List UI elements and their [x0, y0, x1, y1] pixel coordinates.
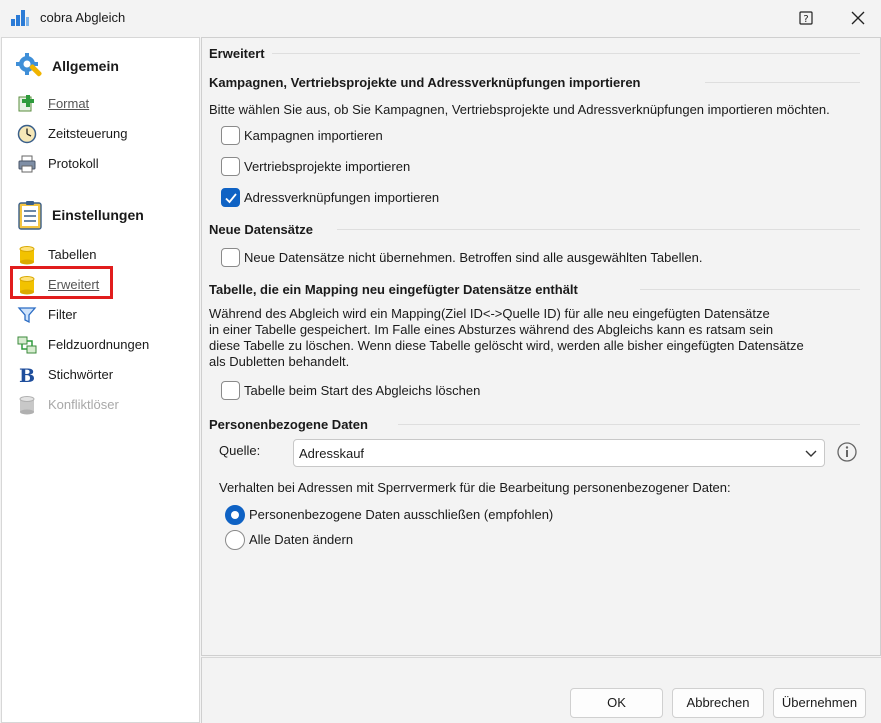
radio-button[interactable] [225, 530, 245, 550]
database-icon [19, 246, 35, 265]
ok-button[interactable]: OK [570, 688, 663, 718]
mapping-line: als Dubletten behandelt. [209, 354, 350, 369]
personal-heading: Personenbezogene Daten [209, 417, 368, 432]
sidebar-item-label: Filter [48, 307, 77, 322]
sidebar-item-label: Protokoll [48, 156, 99, 171]
dialog-footer: OK Abbrechen Übernehmen [201, 657, 881, 723]
title-bar: cobra Abgleich ? [0, 0, 881, 36]
sidebar-item-label: Tabellen [48, 247, 97, 262]
new-records-heading: Neue Datensätze [209, 222, 314, 237]
radio-alle-aendern[interactable]: Alle Daten ändern [225, 530, 625, 552]
field-mapping-icon [17, 336, 37, 354]
checkbox-box[interactable] [221, 126, 240, 145]
clock-icon [17, 124, 37, 144]
sidebar-item-filter[interactable]: Filter [17, 304, 192, 326]
divider [640, 289, 860, 290]
divider [272, 53, 860, 54]
checkbox-box[interactable] [221, 188, 240, 207]
mapping-line: in einer Tabelle gespeichert. Im Falle e… [209, 322, 774, 337]
sidebar-item-protokoll[interactable]: Protokoll [17, 153, 192, 175]
mapping-line: Während des Abgleich wird ein Mapping(Zi… [209, 306, 770, 321]
radio-button[interactable] [225, 505, 245, 525]
help-icon[interactable]: ? [795, 8, 817, 28]
format-plus-icon [18, 95, 34, 112]
checkbox-label: Neue Datensätze nicht übernehmen. Betrof… [244, 250, 703, 265]
sidebar-item-label: Stichwörter [48, 367, 114, 382]
chevron-down-icon [805, 450, 817, 457]
page-title: Erweitert [209, 46, 265, 61]
sidebar-item-konfliktloeser: Konfliktlöser [17, 394, 192, 416]
checkbox-kampagnen[interactable]: Kampagnen importieren [221, 125, 781, 147]
checkbox-adressverknuepfungen[interactable]: Adressverknüpfungen importieren [221, 187, 781, 209]
divider [398, 424, 860, 425]
clipboard-list-icon [18, 201, 42, 230]
close-icon[interactable] [845, 6, 871, 30]
divider [705, 82, 860, 83]
import-description: Bitte wählen Sie aus, ob Sie Kampagnen, … [209, 102, 830, 117]
mapping-line: diese Tabelle zu löschen. Wenn diese Tab… [209, 338, 804, 353]
checkbox-tabelle-loeschen[interactable]: Tabelle beim Start des Abgleichs löschen [221, 380, 781, 402]
sidebar-item-label: Zeitsteuerung [48, 126, 128, 141]
mapping-heading: Tabelle, die ein Mapping neu eingefügter… [209, 282, 578, 297]
behavior-text: Verhalten bei Adressen mit Sperrvermerk … [219, 480, 731, 495]
cancel-button[interactable]: Abbrechen [672, 688, 764, 718]
source-select-value: Adresskauf [299, 446, 365, 461]
sidebar-item-label: Konfliktlöser [48, 397, 119, 412]
source-select[interactable]: Adresskauf [293, 439, 825, 467]
checkbox-label: Tabelle beim Start des Abgleichs löschen [244, 383, 481, 398]
info-icon[interactable] [836, 441, 858, 463]
checkbox-label: Kampagnen importieren [244, 128, 383, 143]
radio-label: Alle Daten ändern [249, 532, 354, 547]
apply-button[interactable]: Übernehmen [773, 688, 866, 718]
radio-label: Personenbezogene Daten ausschließen (emp… [249, 507, 554, 522]
printer-icon [18, 155, 36, 173]
sidebar-item-format[interactable]: Format [17, 93, 192, 115]
database-gray-icon [19, 396, 35, 415]
sidebar-item-zeitsteuerung[interactable]: Zeitsteuerung [17, 123, 192, 145]
checkbox-box[interactable] [221, 248, 240, 267]
sidebar-item-tabellen[interactable]: Tabellen [17, 244, 192, 266]
app-bar-chart-icon [11, 10, 29, 26]
divider [337, 229, 860, 230]
import-heading: Kampagnen, Vertriebsprojekte und Adressv… [209, 75, 641, 90]
main-panel: Erweitert Kampagnen, Vertriebsprojekte u… [201, 37, 881, 656]
sidebar: Allgemein Format Zeitsteuerung Protokoll [1, 37, 200, 723]
sidebar-group-label: Einstellungen [52, 207, 144, 223]
sidebar-group-allgemein: Allgemein [15, 51, 195, 81]
checkbox-box[interactable] [221, 381, 240, 400]
sidebar-item-feldzuordnungen[interactable]: Feldzuordnungen [17, 334, 192, 356]
checkbox-label: Adressverknüpfungen importieren [244, 190, 440, 205]
svg-text:?: ? [803, 14, 808, 25]
radio-ausschliessen[interactable]: Personenbezogene Daten ausschließen (emp… [225, 505, 625, 527]
checkmark-icon [225, 193, 237, 204]
window-title: cobra Abgleich [40, 10, 126, 25]
checkbox-neue-datensaetze[interactable]: Neue Datensätze nicht übernehmen. Betrof… [221, 247, 781, 269]
checkbox-vertriebsprojekte[interactable]: Vertriebsprojekte importieren [221, 156, 781, 178]
sidebar-item-label: Feldzuordnungen [48, 337, 150, 352]
sidebar-group-einstellungen: Einstellungen [15, 200, 195, 230]
mapping-description: Während des Abgleich wird ein Mapping(Zi… [209, 306, 829, 370]
gear-wrench-icon [16, 53, 42, 77]
source-label: Quelle: [219, 443, 261, 458]
checkbox-box[interactable] [221, 157, 240, 176]
sidebar-group-label: Allgemein [52, 58, 119, 74]
checkbox-label: Vertriebsprojekte importieren [244, 159, 411, 174]
filter-icon [17, 307, 37, 324]
sidebar-item-label: Format [48, 96, 90, 111]
sidebar-item-stichwoerter[interactable]: B Stichwörter [17, 364, 192, 386]
highlight-box [10, 266, 113, 299]
bold-b-icon: B [19, 365, 35, 385]
svg-text:B: B [19, 365, 35, 385]
